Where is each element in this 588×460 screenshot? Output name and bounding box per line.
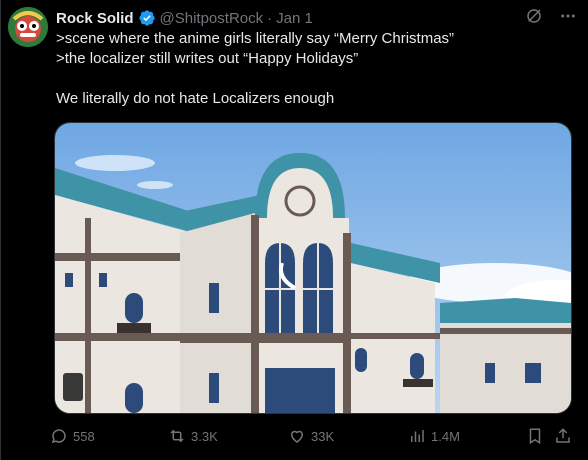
media-image <box>55 123 571 413</box>
views-button[interactable]: 1.4M <box>408 427 526 445</box>
tweet-line: >scene where the anime girls literally s… <box>56 30 455 47</box>
avatar-image <box>8 7 48 47</box>
repost-count: 3.3K <box>191 428 218 444</box>
tweet-date[interactable]: Jan 1 <box>276 10 313 27</box>
like-count: 33K <box>311 428 335 444</box>
more-icon[interactable] <box>558 6 578 26</box>
repost-icon <box>170 429 184 443</box>
verified-badge-icon <box>138 10 155 26</box>
bookmark-button[interactable] <box>526 427 554 445</box>
reply-button[interactable]: 558 <box>50 427 168 445</box>
tweet-text: >scene where the anime girls literally s… <box>56 29 576 109</box>
reply-icon <box>51 429 66 444</box>
tweet-line: We literally do not hate Localizers enou… <box>56 90 335 107</box>
grok-icon[interactable] <box>524 6 544 26</box>
thread-line <box>0 0 1 460</box>
reply-count: 558 <box>73 428 95 444</box>
bookmark-icon <box>529 428 541 445</box>
views-icon <box>411 430 424 442</box>
separator-dot: · <box>267 9 273 27</box>
author-name[interactable]: Rock Solid <box>56 10 134 27</box>
tweet-line: >the localizer still writes out “Happy H… <box>56 50 359 67</box>
share-button[interactable] <box>554 427 578 445</box>
like-button[interactable]: 33K <box>288 427 408 445</box>
tweet-header: Rock Solid @ShitpostRock · Jan 1 <box>56 8 313 28</box>
repost-button[interactable]: 3.3K <box>168 427 288 445</box>
author-handle[interactable]: @ShitpostRock <box>160 10 264 27</box>
tweet-media[interactable] <box>54 122 572 414</box>
share-icon <box>556 428 570 443</box>
like-icon <box>290 430 304 443</box>
avatar[interactable] <box>8 7 48 47</box>
tweet-actions: 558 3.3K 33K 1.4M <box>50 426 580 446</box>
top-right-actions <box>524 6 578 26</box>
views-count: 1.4M <box>431 428 460 444</box>
